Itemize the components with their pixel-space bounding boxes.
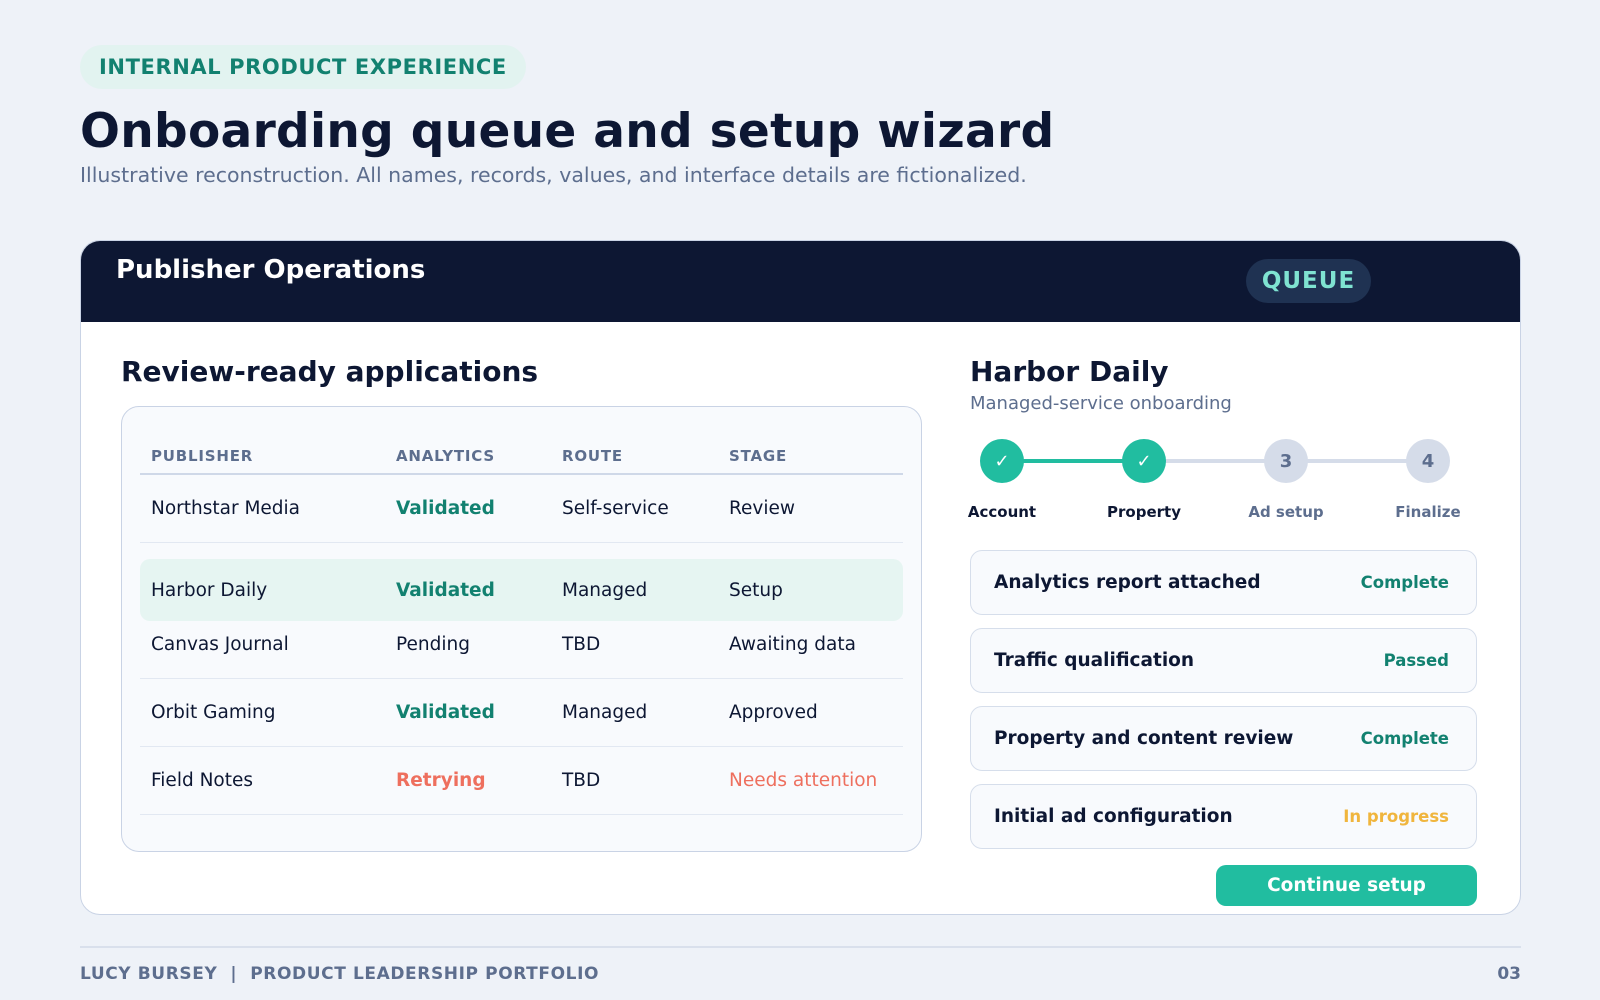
cell-analytics: Validated: [396, 702, 495, 723]
applications-section-title: Review-ready applications: [121, 355, 539, 388]
column-header-route: ROUTE: [562, 447, 623, 465]
cell-analytics: Pending: [396, 634, 470, 655]
cell-analytics: Validated: [396, 498, 495, 519]
eyebrow-badge: INTERNAL PRODUCT EXPERIENCE: [80, 45, 526, 89]
step-check-icon[interactable]: ✓: [980, 439, 1024, 483]
checklist-item-status: In progress: [1343, 807, 1449, 826]
page-title: Onboarding queue and setup wizard: [80, 104, 1055, 159]
table-row[interactable]: Northstar Media Validated Self-service Revi…: [140, 475, 903, 543]
cell-route: TBD: [562, 770, 601, 791]
column-header-analytics: ANALYTICS: [396, 447, 495, 465]
page-subtitle: Illustrative reconstruction. All names, …: [80, 163, 1027, 187]
operations-card: Publisher Operations QUEUE Review-ready …: [80, 240, 1521, 915]
table-row[interactable]: Orbit Gaming Validated Managed Approved: [140, 679, 903, 747]
cell-analytics: Retrying: [396, 770, 486, 791]
cell-publisher: Northstar Media: [151, 498, 301, 519]
checklist-item[interactable]: Analytics report attached Complete: [970, 550, 1477, 615]
cell-publisher: Canvas Journal: [151, 634, 289, 655]
cell-route: Managed: [562, 702, 648, 723]
page-number: 03: [1497, 964, 1521, 984]
checklist-item-status: Passed: [1383, 651, 1449, 670]
checklist-item[interactable]: Initial ad configuration In progress: [970, 784, 1477, 849]
detail-title: Harbor Daily: [970, 355, 1169, 388]
cell-stage: Approved: [729, 702, 818, 723]
column-header-stage: STAGE: [729, 447, 788, 465]
queue-badge[interactable]: QUEUE: [1246, 259, 1371, 303]
checklist-item[interactable]: Traffic qualification Passed: [970, 628, 1477, 693]
checklist-item-label: Traffic qualification: [994, 650, 1195, 671]
applications-table: PUBLISHER ANALYTICS ROUTE STAGE Northsta…: [121, 406, 922, 852]
checklist-item-label: Initial ad configuration: [994, 806, 1233, 827]
cell-stage: Needs attention: [729, 770, 878, 791]
cell-stage: Awaiting data: [729, 634, 856, 655]
cell-route: Self-service: [562, 498, 669, 519]
card-header: Publisher Operations QUEUE: [81, 241, 1520, 322]
column-header-publisher: PUBLISHER: [151, 447, 254, 465]
step-check-icon[interactable]: ✓: [1122, 439, 1166, 483]
footer-credit: LUCY BURSEY | PRODUCT LEADERSHIP PORTFOL…: [80, 964, 600, 984]
checklist-item-label: Property and content review: [994, 728, 1294, 749]
step-number-marker[interactable]: 4: [1406, 439, 1450, 483]
cell-route: TBD: [562, 634, 601, 655]
cell-stage: Review: [729, 498, 796, 519]
card-header-title: Publisher Operations: [116, 255, 426, 285]
table-row[interactable]: Canvas Journal Pending TBD Awaiting data: [140, 611, 903, 679]
continue-setup-button[interactable]: Continue setup: [1216, 865, 1477, 906]
cell-publisher: Field Notes: [151, 770, 254, 791]
step-label: Finalize: [1395, 503, 1461, 521]
step-label: Property: [1107, 503, 1181, 521]
checklist-item-label: Analytics report attached: [994, 572, 1261, 593]
detail-subtitle: Managed-service onboarding: [970, 393, 1232, 414]
checklist-item-status: Complete: [1360, 729, 1449, 748]
step-label: Ad setup: [1248, 503, 1324, 521]
checklist-item[interactable]: Property and content review Complete: [970, 706, 1477, 771]
step-label: Account: [967, 503, 1037, 521]
step-number-marker[interactable]: 3: [1264, 439, 1308, 483]
table-row[interactable]: Field Notes Retrying TBD Needs attention: [140, 747, 903, 815]
checklist-item-status: Complete: [1360, 573, 1449, 592]
footer-divider: [80, 946, 1521, 948]
cell-publisher: Orbit Gaming: [151, 702, 276, 723]
